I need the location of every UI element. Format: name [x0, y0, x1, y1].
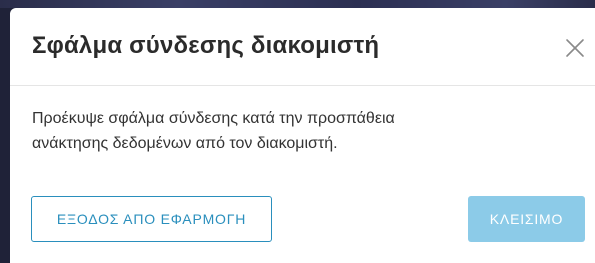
close-icon: [563, 39, 587, 63]
exit-application-button[interactable]: ΕΞΟΔΟΣ ΑΠΟ ΕΦΑΡΜΟΓΗ: [31, 196, 272, 242]
dialog-message: Προέκυψε σφάλμα σύνδεσης κατά την προσπά…: [32, 106, 572, 156]
close-button[interactable]: [563, 36, 587, 60]
dialog-title: Σφάλμα σύνδεσης διακομιστή: [32, 32, 380, 59]
dialog-header: Σφάλμα σύνδεσης διακομιστή: [10, 8, 595, 86]
message-line-1: Προέκυψε σφάλμα σύνδεσης κατά την προσπά…: [32, 110, 395, 127]
message-line-2: ανάκτησης δεδομένων από τον διακομιστή.: [32, 135, 338, 152]
backdrop: [0, 0, 595, 8]
close-dialog-button[interactable]: ΚΛΕΙΣΙΜΟ: [468, 196, 585, 242]
error-dialog: Σφάλμα σύνδεσης διακομιστή Προέκυψε σφάλ…: [10, 8, 595, 263]
